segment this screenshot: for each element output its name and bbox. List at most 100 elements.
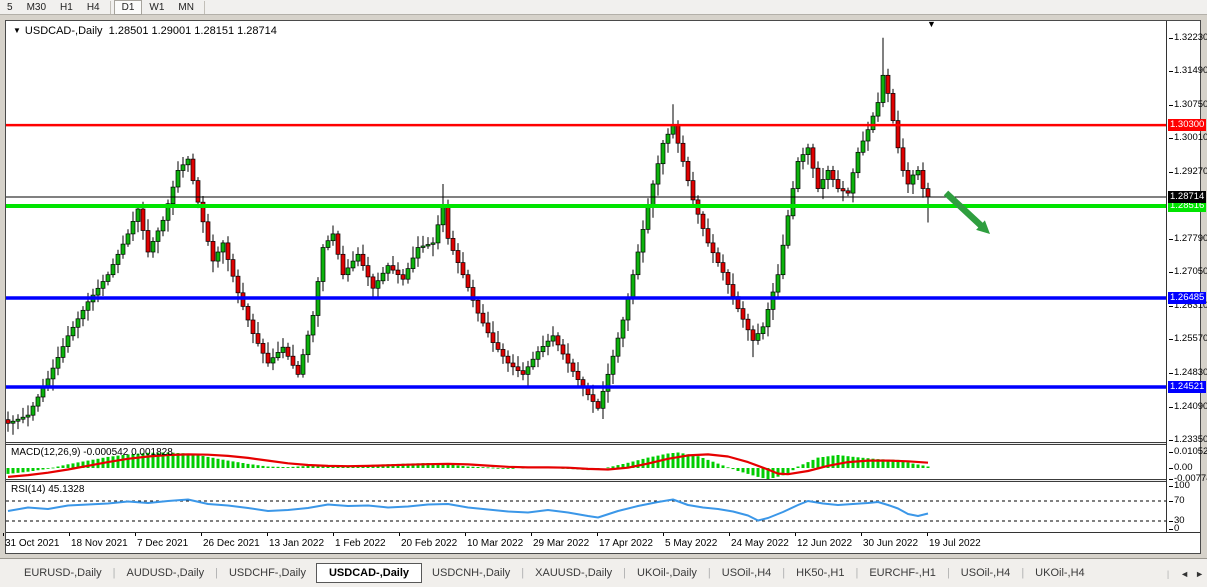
date-axis-label: 31 Oct 2021 — [5, 538, 59, 549]
macd-histogram-bar — [912, 464, 915, 468]
candle-body — [76, 319, 80, 328]
candle-body — [836, 180, 840, 189]
macd-histogram-bar — [197, 455, 200, 468]
candle-body — [826, 170, 830, 179]
candle-body — [741, 309, 745, 320]
macd-histogram-bar — [672, 453, 675, 468]
date-tick-mark — [861, 533, 862, 536]
candle-body — [181, 165, 185, 171]
candle-body — [646, 207, 650, 230]
symbol-tab-usoilh4[interactable]: USOil-,H4 — [951, 564, 1021, 582]
candle-body — [781, 245, 785, 275]
macd-indicator-pane[interactable]: MACD(12,26,9) -0.000542 0.001828 — [6, 445, 1166, 479]
symbol-tab-ukoildaily[interactable]: UKOil-,Daily — [627, 564, 707, 582]
symbol-tab-usdcnhdaily[interactable]: USDCNH-,Daily — [422, 564, 520, 582]
candle-body — [671, 125, 675, 134]
macd-histogram-bar — [487, 467, 490, 468]
candle-body — [426, 245, 430, 247]
macd-histogram-bar — [282, 467, 285, 468]
rsi-plot — [6, 482, 1166, 532]
macd-histogram-bar — [917, 465, 920, 469]
candle-body — [676, 125, 680, 143]
candle-body — [81, 310, 85, 319]
symbol-tab-usoilh4[interactable]: USOil-,H4 — [712, 564, 782, 582]
macd-histogram-bar — [797, 467, 800, 469]
timeframe-button-h1[interactable]: H1 — [53, 0, 80, 15]
tabs-scroll-left-button[interactable]: ◄ — [1180, 569, 1189, 579]
timeframe-button-5[interactable]: 5 — [0, 0, 20, 15]
macd-histogram-bar — [737, 468, 740, 471]
symbol-tab-eurchfh1[interactable]: EURCHF-,H1 — [859, 564, 946, 582]
symbol-tab-eurusddaily[interactable]: EURUSD-,Daily — [14, 564, 112, 582]
symbol-tab-ukoilh4[interactable]: UKOil-,H4 — [1025, 564, 1095, 582]
timeframe-button-h4[interactable]: H4 — [80, 0, 107, 15]
price-axis-tick: 1.30750 — [1169, 99, 1207, 111]
candle-body — [841, 189, 845, 191]
symbol-tab-usdcaddaily[interactable]: USDCAD-,Daily — [316, 563, 422, 583]
date-tick-mark — [531, 533, 532, 536]
candle-body — [641, 229, 645, 252]
macd-histogram-bar — [697, 456, 700, 468]
candle-body — [721, 263, 725, 273]
date-axis[interactable]: 31 Oct 202118 Nov 20217 Dec 202126 Dec 2… — [6, 532, 1200, 553]
macd-histogram-bar — [37, 468, 40, 470]
symbol-tab-usdchfdaily[interactable]: USDCHF-,Daily — [219, 564, 316, 582]
candle-body — [246, 306, 250, 320]
candle-body — [411, 258, 415, 269]
symbol-tab-xauusddaily[interactable]: XAUUSD-,Daily — [525, 564, 622, 582]
price-axis[interactable]: 1.322301.314901.307501.300101.292701.277… — [1166, 21, 1200, 532]
candle-body — [701, 214, 705, 228]
rsi-indicator-pane[interactable]: RSI(14) 45.1328 — [6, 482, 1166, 532]
candle-body — [686, 161, 690, 180]
macd-histogram-bar — [677, 453, 680, 469]
macd-histogram-bar — [22, 468, 25, 472]
macd-histogram-bar — [192, 454, 195, 468]
candle-body — [126, 234, 130, 244]
timeframe-button-mn[interactable]: MN — [171, 0, 201, 15]
candle-body — [571, 363, 575, 371]
trend-arrow-shaft[interactable] — [946, 193, 982, 227]
candle-body — [556, 336, 560, 345]
symbol-tab-hk50h1[interactable]: HK50-,H1 — [786, 564, 854, 582]
symbol-tab-bar: EURUSD-,Daily|AUDUSD-,Daily|USDCHF-,Dail… — [0, 558, 1207, 587]
candle-body — [191, 159, 195, 181]
rsi-line — [8, 500, 928, 521]
candle-body — [801, 155, 805, 162]
macd-histogram-bar — [232, 461, 235, 468]
candle-body — [301, 355, 305, 375]
chart-shift-marker[interactable]: ▼ — [927, 19, 936, 29]
candle-body — [86, 302, 90, 311]
candle-body — [386, 266, 390, 274]
tabs-scroll-right-button[interactable]: ► — [1195, 569, 1204, 579]
timeframe-button-w1[interactable]: W1 — [142, 0, 171, 15]
candle-body — [891, 93, 895, 120]
candle-body — [681, 143, 685, 161]
candle-body — [791, 189, 795, 216]
candle-body — [401, 275, 405, 280]
candle-body — [311, 315, 315, 335]
timeframe-button-d1[interactable]: D1 — [114, 0, 143, 15]
candle-body — [396, 270, 400, 275]
toolbar-separator — [110, 1, 111, 14]
date-axis-label: 19 Jul 2022 — [929, 538, 981, 549]
candle-body — [136, 209, 140, 222]
macd-histogram-bar — [307, 466, 310, 468]
macd-histogram-bar — [17, 468, 20, 473]
candle-body — [456, 251, 460, 263]
candle-body — [476, 300, 480, 313]
timeframe-button-m30[interactable]: M30 — [20, 0, 53, 15]
candle-body — [771, 292, 775, 309]
price-axis-tick: 1.24090 — [1169, 401, 1207, 413]
price-chart-pane[interactable]: ▼USDCAD-,Daily 1.28501 1.29001 1.28151 1… — [6, 21, 1166, 442]
macd-histogram-bar — [667, 454, 670, 469]
candle-body — [851, 173, 855, 193]
candle-body — [871, 116, 875, 130]
macd-histogram-bar — [222, 460, 225, 468]
price-axis-tick: 1.27050 — [1169, 266, 1207, 278]
macd-label: MACD(12,26,9) -0.000542 0.001828 — [11, 447, 173, 458]
symbol-tab-audusddaily[interactable]: AUDUSD-,Daily — [116, 564, 214, 582]
candlestick-chart[interactable] — [6, 21, 1166, 442]
macd-histogram-bar — [12, 468, 15, 473]
macd-histogram-bar — [512, 468, 515, 469]
candle-body — [511, 363, 515, 367]
